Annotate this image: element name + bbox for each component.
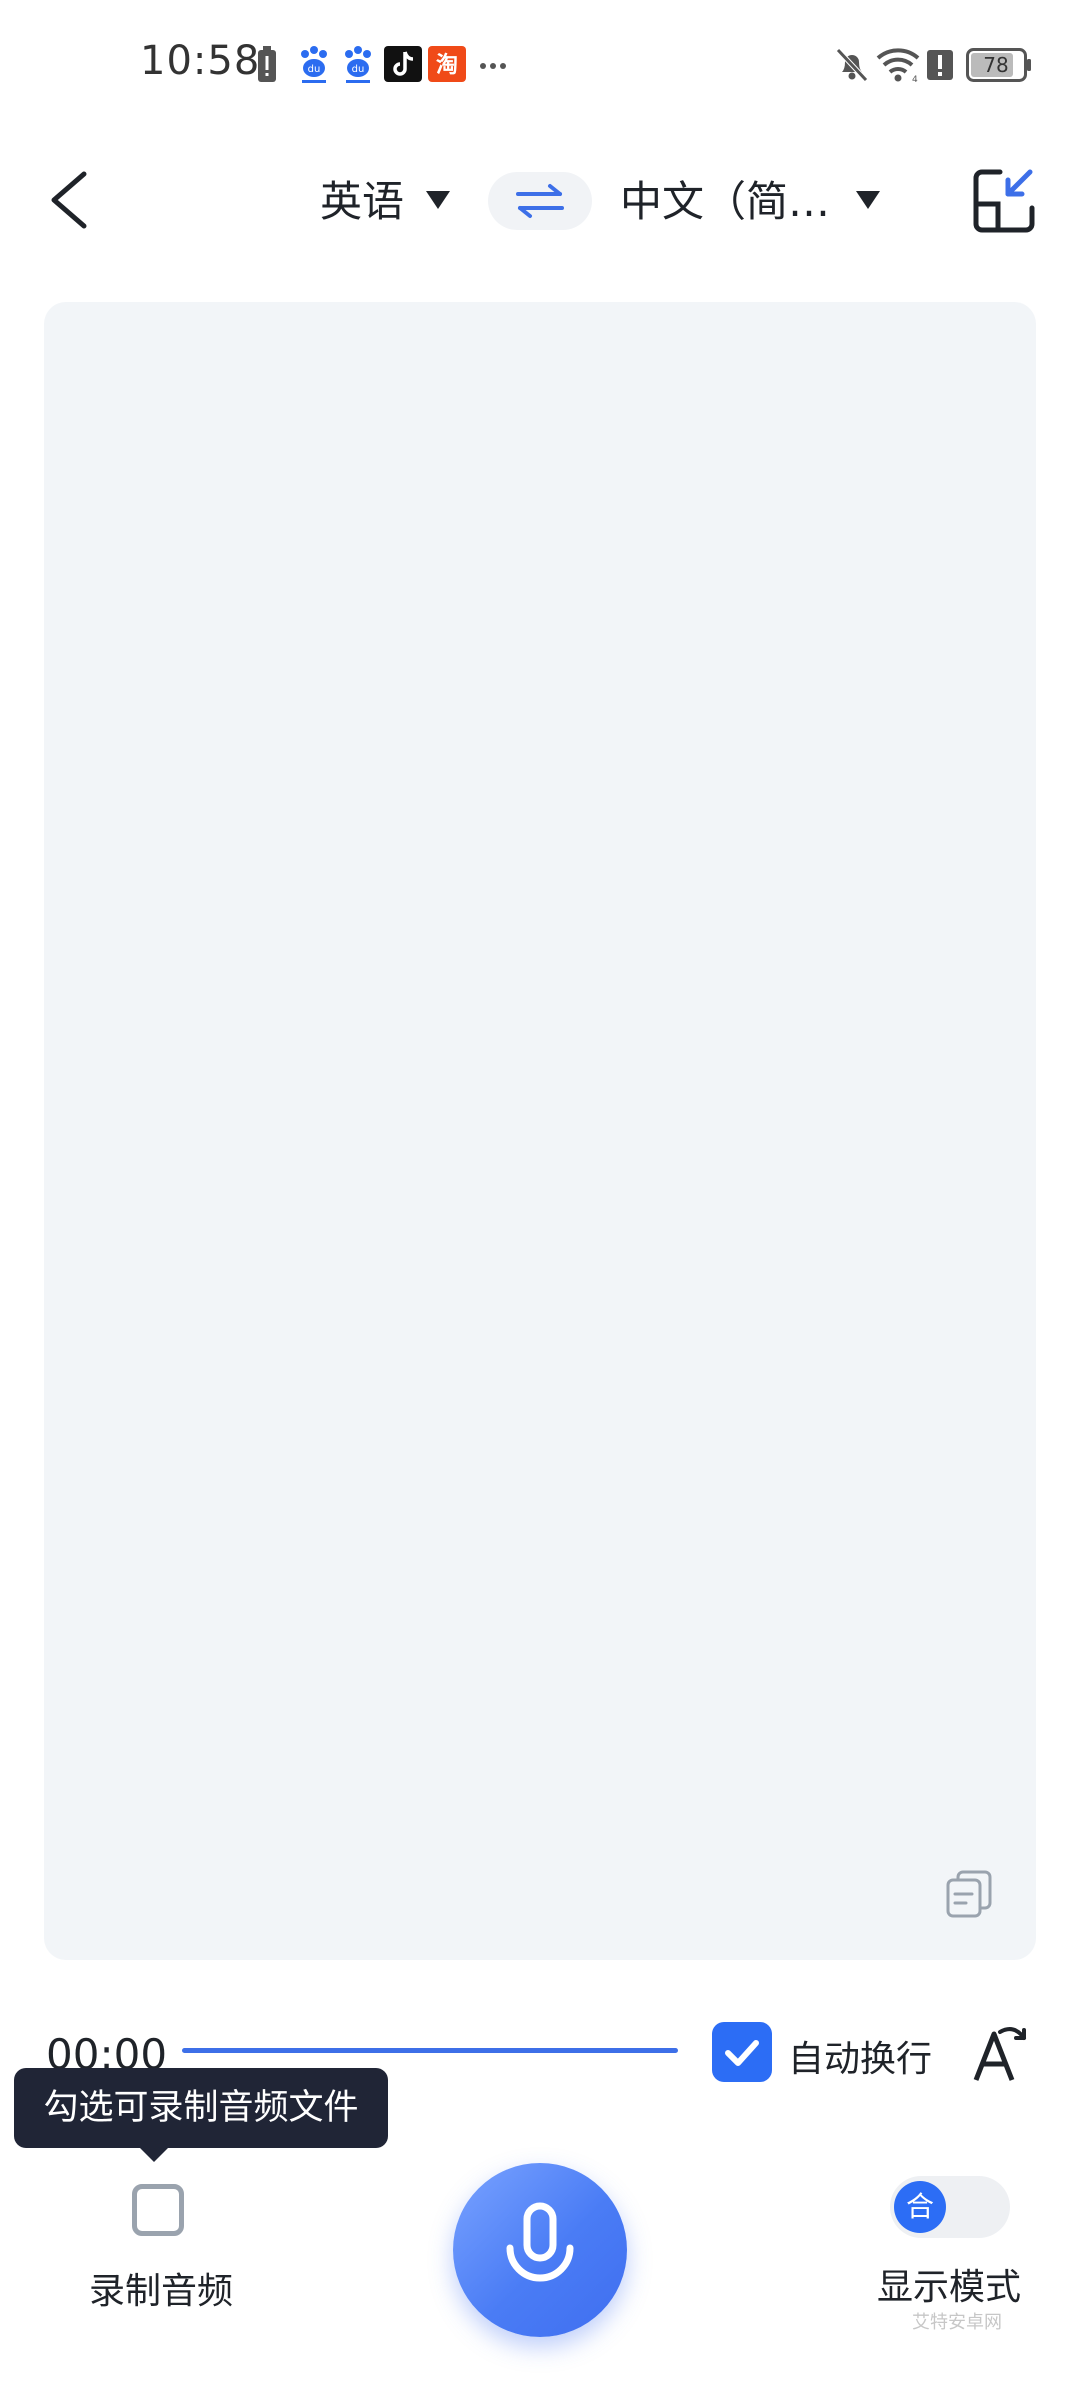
battery-level: 78 [983,53,1009,77]
svg-text:du: du [308,64,321,75]
caret-down-icon[interactable] [854,189,882,211]
battery-icon: 78 [966,48,1032,82]
check-icon [725,2040,759,2066]
chevron-left-icon [51,171,87,229]
more-dots-icon [480,63,506,69]
svg-text:4: 4 [912,75,918,84]
copy-icon [946,1870,992,1918]
watermark: 艾特安卓网 [912,2312,1002,2333]
taobao-icon: 淘 [428,46,466,82]
display-mode-knob: 合 [894,2181,946,2233]
record-audio-tooltip: 勾选可录制音频文件 [14,2068,388,2148]
alert-icon [927,50,953,80]
tiktok-icon [384,46,422,82]
record-audio-label[interactable]: 录制音频 [70,2262,252,2314]
auto-wrap-checkbox[interactable] [712,2022,772,2082]
baidu-icon: du [301,46,327,83]
status-bar: 10:58 du du 淘 4 78 [0,0,1080,130]
font-size-button[interactable] [970,2020,1030,2086]
display-mode-toggle[interactable]: 合 [890,2176,1010,2238]
tooltip-text: 勾选可录制音频文件 [43,2088,359,2128]
font-size-icon [973,2027,1026,2081]
swap-arrows-icon [516,184,564,218]
minimize-window-icon [973,169,1035,233]
source-language-selector[interactable]: 英语 [320,168,404,229]
status-time: 10:58 [140,38,261,84]
back-button[interactable] [40,160,100,240]
svg-text:du: du [352,64,365,75]
caret-down-icon[interactable] [424,189,452,211]
microphone-button[interactable] [453,2163,627,2337]
progress-line [182,2048,678,2053]
transcript-area[interactable] [44,302,1036,1960]
microphone-icon [506,2202,574,2282]
swap-languages-button[interactable] [488,172,592,230]
wifi-icon: 4 [876,48,920,84]
tooltip-arrow [138,2146,170,2162]
mute-bell-icon [836,48,868,82]
copy-button[interactable] [944,1868,996,1920]
record-audio-checkbox[interactable] [132,2184,184,2236]
auto-wrap-label[interactable]: 自动换行 [788,2030,932,2082]
floating-window-button[interactable] [972,166,1036,236]
target-language-selector[interactable]: 中文（简… [620,168,830,229]
svg-text:淘: 淘 [436,52,458,78]
baidu-icon: du [345,46,371,83]
display-mode-label[interactable]: 显示模式 [868,2258,1030,2310]
battery-alert-icon [258,46,276,82]
